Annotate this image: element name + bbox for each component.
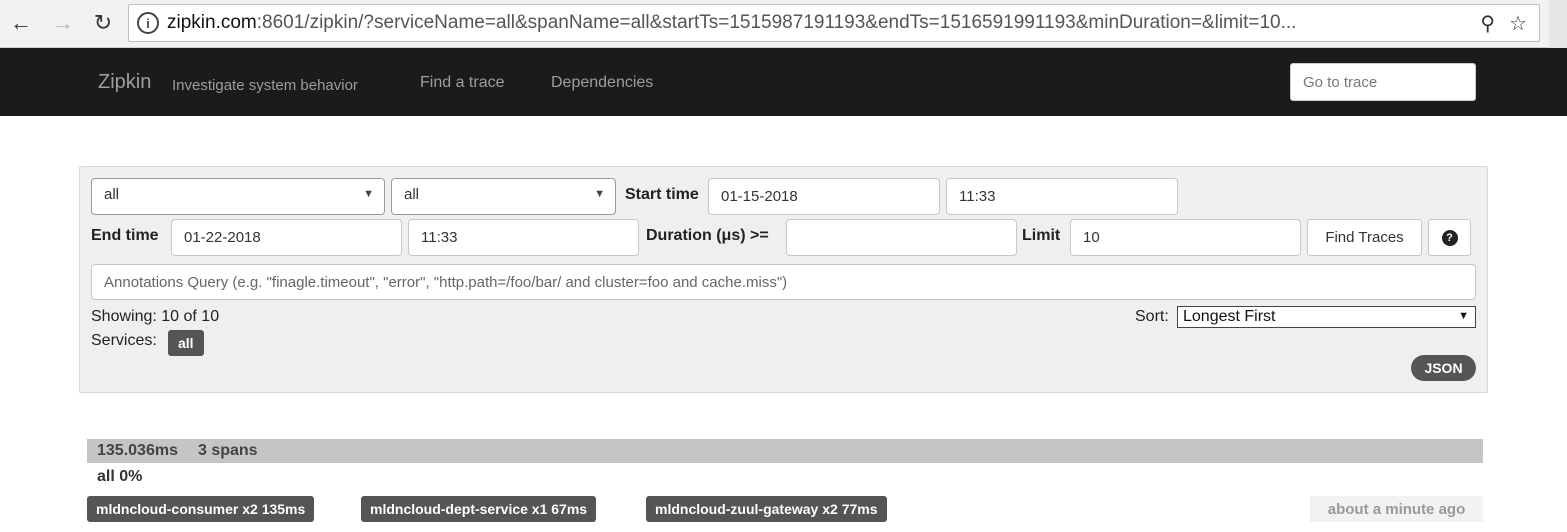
sort-value: Longest First [1183, 308, 1276, 325]
service-tag[interactable]: mldncloud-consumer x2 135ms [87, 496, 315, 522]
arrow-right-icon[interactable]: → [50, 9, 76, 37]
url-host: zipkin.com [167, 12, 257, 33]
span-name-select[interactable]: all ▼ [391, 178, 616, 215]
services-label: Services: [91, 332, 157, 349]
nav-find-trace[interactable]: Find a trace [420, 74, 504, 92]
service-tag[interactable]: mldncloud-dept-service x1 67ms [361, 496, 597, 522]
end-time-label: End time [91, 227, 159, 244]
chevron-down-icon: ▼ [363, 188, 374, 200]
span-name-value: all [404, 186, 420, 203]
zoom-icon[interactable]: ⚲ [1480, 11, 1495, 36]
json-button[interactable]: JSON [1411, 355, 1476, 381]
nav-dependencies[interactable]: Dependencies [551, 74, 653, 92]
start-date-input[interactable]: 01-15-2018 [708, 178, 940, 215]
info-icon[interactable]: i [137, 12, 159, 34]
chevron-down-icon: ▼ [1458, 310, 1469, 322]
brand-logo[interactable]: Zipkin [98, 71, 151, 94]
find-traces-button[interactable]: Find Traces [1307, 219, 1422, 256]
limit-label: Limit [1022, 227, 1061, 244]
goto-trace-input[interactable] [1290, 63, 1476, 101]
duration-label: Duration (μs) >= [646, 227, 769, 244]
arrow-left-icon[interactable]: ← [8, 9, 34, 37]
url-path: :8601/zipkin/?serviceName=all&spanName=a… [256, 12, 1297, 33]
chevron-down-icon: ▼ [594, 188, 605, 200]
start-time-label: Start time [625, 186, 699, 203]
question-icon: ? [1441, 229, 1458, 246]
brand-tagline: Investigate system behavior [172, 77, 358, 94]
service-filter-badge[interactable]: all [168, 330, 204, 356]
address-bar[interactable]: i zipkin.com:8601/zipkin/?serviceName=al… [128, 4, 1540, 42]
scrollbar[interactable] [1549, 0, 1567, 48]
limit-input[interactable]: 10 [1070, 219, 1301, 256]
help-button[interactable]: ? [1428, 219, 1471, 256]
annotations-placeholder: Annotations Query (e.g. "finagle.timeout… [104, 273, 788, 291]
service-tag[interactable]: mldncloud-zuul-gateway x2 77ms [646, 496, 887, 522]
start-date-value: 01-15-2018 [721, 188, 798, 205]
navbar: Zipkin Investigate system behavior Find … [0, 48, 1567, 116]
reload-icon[interactable]: ↻ [90, 9, 116, 37]
end-time-input[interactable]: 11:33 [408, 219, 639, 256]
sort-select[interactable]: Longest First ▼ [1177, 306, 1476, 328]
trace-duration-bar[interactable]: 135.036ms 3 spans [87, 439, 1483, 463]
star-icon[interactable]: ☆ [1509, 11, 1527, 36]
service-percentage: all 0% [97, 468, 143, 485]
trace-timestamp: about a minute ago [1310, 496, 1483, 522]
start-time-input[interactable]: 11:33 [946, 178, 1178, 215]
browser-toolbar: ← → ↻ i zipkin.com:8601/zipkin/?serviceN… [0, 0, 1567, 48]
showing-count: Showing: 10 of 10 [91, 308, 220, 325]
end-date-input[interactable]: 01-22-2018 [171, 219, 402, 256]
service-name-value: all [104, 186, 120, 203]
limit-value: 10 [1083, 229, 1100, 246]
duration-input[interactable] [786, 219, 1017, 256]
start-time-value: 11:33 [959, 188, 996, 205]
trace-duration: 135.036ms [97, 442, 178, 459]
trace-span-count: 3 spans [197, 442, 258, 459]
url-text[interactable]: zipkin.com:8601/zipkin/?serviceName=all&… [167, 12, 1467, 34]
service-name-select[interactable]: all ▼ [91, 178, 385, 215]
end-time-value: 11:33 [421, 229, 458, 246]
end-date-value: 01-22-2018 [184, 229, 261, 246]
annotations-query-input[interactable]: Annotations Query (e.g. "finagle.timeout… [91, 264, 1476, 300]
sort-label: Sort: [1135, 308, 1169, 325]
